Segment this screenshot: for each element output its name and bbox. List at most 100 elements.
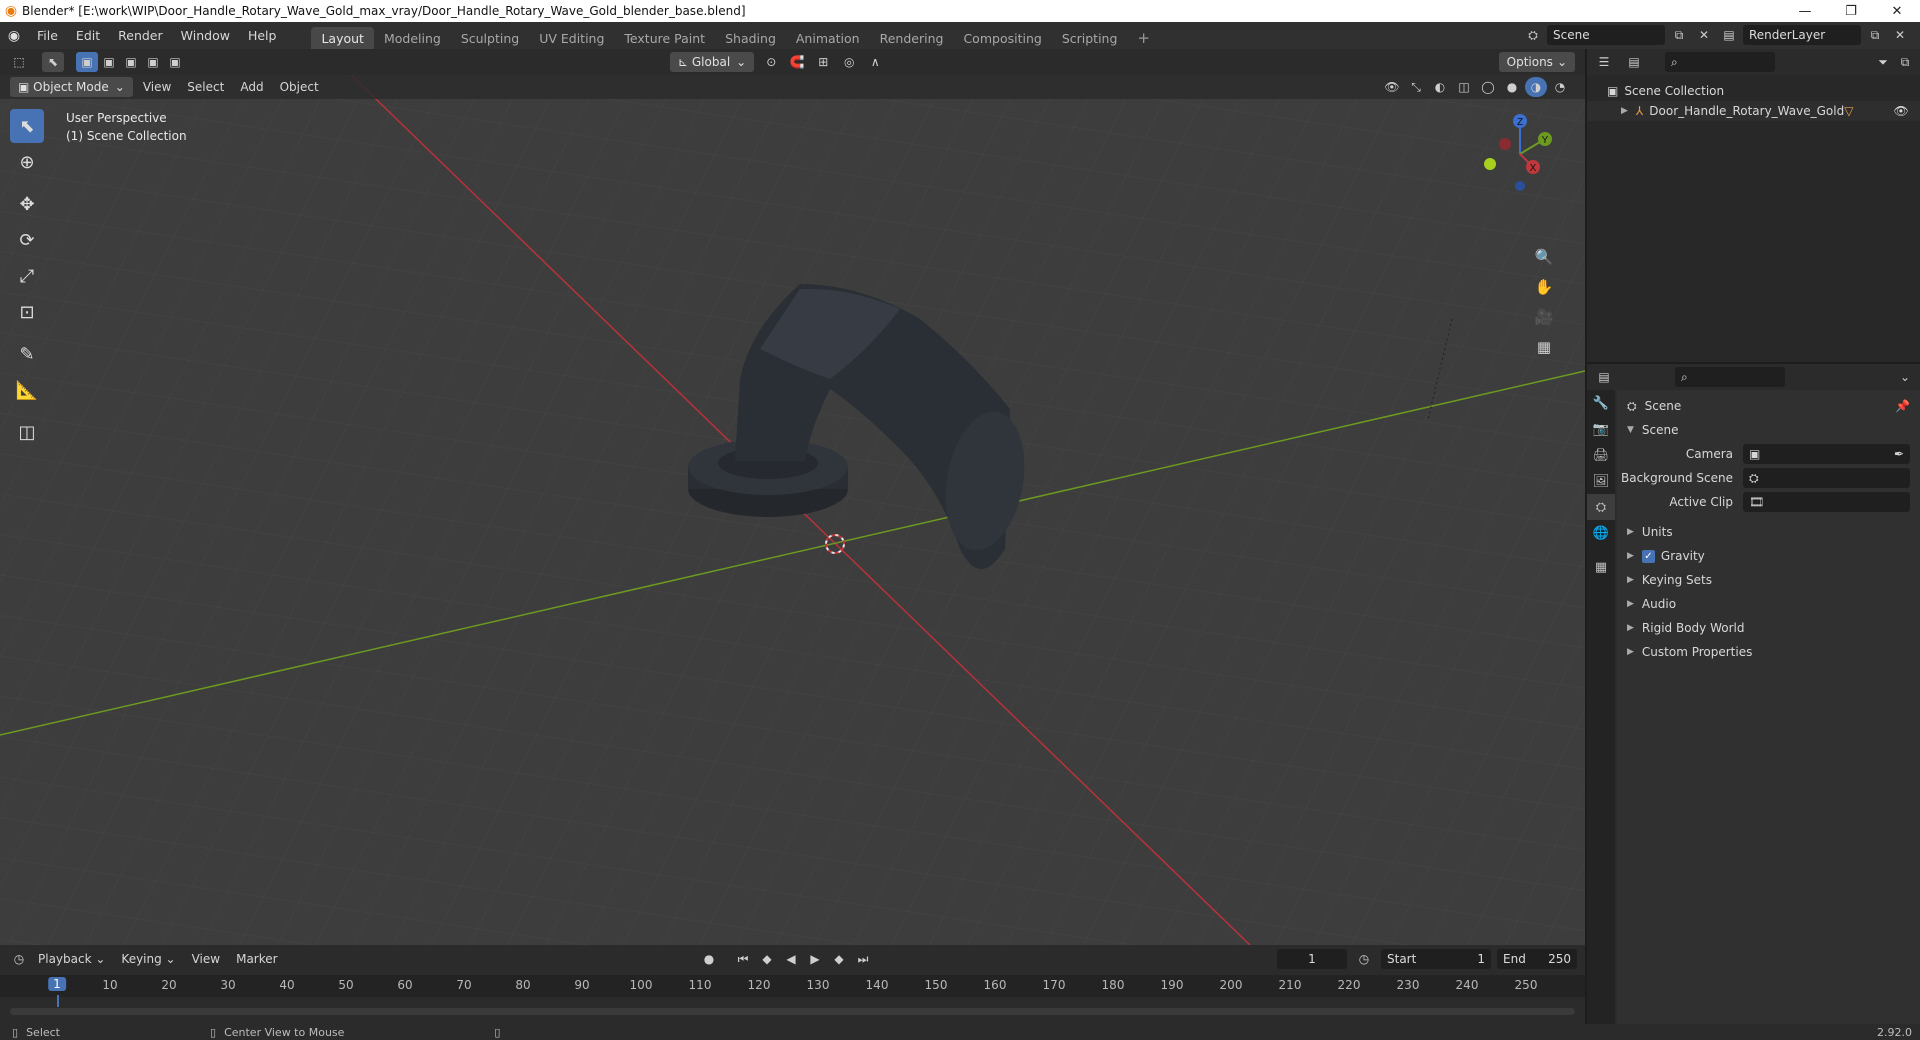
visibility-icon[interactable]: 👁 [1381, 77, 1403, 97]
restore-button[interactable]: ❐ [1828, 0, 1874, 22]
new-scene-icon[interactable]: ⧉ [1668, 25, 1690, 45]
new-collection-icon[interactable]: ⧉ [1894, 52, 1916, 72]
select-intersect-icon[interactable]: ▣ [164, 52, 186, 72]
properties-search-input[interactable]: ⌕ [1675, 367, 1785, 387]
tab-modeling[interactable]: Modeling [374, 27, 451, 49]
properties-options-icon[interactable]: ⌄ [1894, 367, 1916, 387]
menu-window[interactable]: Window [172, 22, 239, 49]
timeline-ruler[interactable]: 1 10 20 30 40 50 60 70 80 90 100 110 120… [0, 975, 1585, 997]
tab-compositing[interactable]: Compositing [953, 27, 1051, 49]
menu-file[interactable]: File [28, 22, 67, 49]
falloff-icon[interactable]: ∧ [864, 52, 886, 72]
tab-texture-paint[interactable]: Texture Paint [614, 27, 715, 49]
end-frame-field[interactable]: End 250 [1497, 949, 1577, 969]
menu-help[interactable]: Help [239, 22, 286, 49]
rotate-tool-icon[interactable]: ⟳ [10, 223, 44, 257]
transform-tool-icon[interactable]: ⊡ [10, 295, 44, 329]
timeline-menu-view[interactable]: View [184, 948, 228, 970]
jump-end-icon[interactable]: ⏭ [852, 949, 874, 969]
pivot-point-icon[interactable]: ⊙ [760, 52, 782, 72]
xray-icon[interactable]: ◫ [1453, 77, 1475, 97]
scene-tab-icon[interactable]: ⛭ [1587, 494, 1615, 520]
viewport-menu-add[interactable]: Add [232, 76, 271, 98]
panel-custom-properties[interactable]: ▶ Custom Properties [1617, 640, 1920, 664]
select-extend-icon[interactable]: ▣ [98, 52, 120, 72]
view-layer-icon[interactable]: ▤ [1718, 25, 1740, 45]
render-tab-icon[interactable]: 📷 [1587, 416, 1615, 442]
timeline-menu-marker[interactable]: Marker [228, 948, 285, 970]
menu-edit[interactable]: Edit [67, 22, 109, 49]
filter-icon[interactable]: ⏷ [1872, 52, 1894, 72]
proportional-edit-icon[interactable]: ◎ [838, 52, 860, 72]
move-tool-icon[interactable]: ✥ [10, 187, 44, 221]
tab-sculpting[interactable]: Sculpting [451, 27, 529, 49]
play-reverse-icon[interactable]: ◀ [780, 949, 802, 969]
panel-gravity[interactable]: ▶ ✓ Gravity [1617, 544, 1920, 568]
transform-orientation-dropdown[interactable]: ⊾ Global ⌄ [670, 52, 755, 72]
delete-scene-icon[interactable]: ✕ [1693, 25, 1715, 45]
select-subtract-icon[interactable]: ▣ [120, 52, 142, 72]
snap-icon[interactable]: 🧲 [786, 52, 808, 72]
viewport-menu-object[interactable]: Object [272, 76, 327, 98]
add-cube-tool-icon[interactable]: ◫ [10, 415, 44, 449]
add-workspace-button[interactable]: + [1127, 27, 1160, 49]
wireframe-shading-icon[interactable]: ◯ [1477, 77, 1499, 97]
record-icon[interactable]: ● [698, 949, 720, 969]
world-tab-icon[interactable]: 🌐 [1587, 520, 1615, 546]
active-clip-field[interactable]: 🎞 [1743, 492, 1910, 512]
scene-icon[interactable]: ⛭ [1522, 25, 1544, 45]
view-layer-tab-icon[interactable]: 🖼 [1587, 468, 1615, 494]
editor-type-icon[interactable]: ⬚ [8, 52, 30, 72]
eyedropper-icon[interactable]: ✒ [1894, 447, 1904, 461]
solid-shading-icon[interactable]: ● [1501, 77, 1523, 97]
select-box-tool-icon[interactable]: ⬉ [10, 109, 44, 143]
pan-hand-icon[interactable]: ✋ [1531, 274, 1557, 300]
annotate-tool-icon[interactable]: ✎ [10, 337, 44, 371]
mode-dropdown[interactable]: ▣ Object Mode ⌄ [10, 77, 133, 97]
scene-name-field[interactable]: Scene [1547, 25, 1665, 45]
3d-viewport[interactable]: ⬚ ⬉ ▣ ▣ ▣ ▣ ▣ ⊾ Global ⌄ ⊙ 🧲 ⊞ ◎ ∧ Option… [0, 49, 1585, 945]
timeline-menu-keying[interactable]: Keying ⌄ [113, 948, 183, 970]
gizmo-toggle-icon[interactable]: ⤡ [1405, 77, 1427, 97]
playhead-frame[interactable]: 1 [48, 977, 66, 991]
panel-keying-sets[interactable]: ▶ Keying Sets [1617, 568, 1920, 592]
overlay-toggle-icon[interactable]: ◐ [1429, 77, 1451, 97]
snap-target-icon[interactable]: ⊞ [812, 52, 834, 72]
panel-audio[interactable]: ▶ Audio [1617, 592, 1920, 616]
new-view-layer-icon[interactable]: ⧉ [1864, 25, 1886, 45]
outliner-editor-type-icon[interactable]: ☰ [1593, 52, 1615, 72]
timeline-editor-type-icon[interactable]: ◷ [8, 949, 30, 969]
tab-rendering[interactable]: Rendering [870, 27, 954, 49]
minimize-button[interactable]: — [1782, 0, 1828, 22]
view-layer-field[interactable]: RenderLayer [1743, 25, 1861, 45]
select-invert-icon[interactable]: ▣ [142, 52, 164, 72]
select-tool-icon[interactable]: ⬉ [42, 52, 64, 72]
current-frame-field[interactable]: 1 [1277, 949, 1347, 969]
tab-layout[interactable]: Layout [311, 27, 374, 49]
timeline-menu-playback[interactable]: Playback ⌄ [30, 948, 113, 970]
scale-tool-icon[interactable]: ⤢ [10, 259, 44, 293]
blender-menu-icon[interactable]: ◉ [0, 28, 28, 44]
eye-visibility-icon[interactable]: 👁 [1893, 104, 1908, 118]
prev-keyframe-icon[interactable]: ◆ [756, 949, 778, 969]
close-button[interactable]: ✕ [1874, 0, 1920, 22]
properties-editor-type-icon[interactable]: ▤ [1593, 367, 1615, 387]
outliner-row-scene-collection[interactable]: ▣ Scene Collection [1587, 81, 1920, 101]
output-tab-icon[interactable]: 🖨 [1587, 442, 1615, 468]
next-keyframe-icon[interactable]: ◆ [828, 949, 850, 969]
rendered-shading-icon[interactable]: ◔ [1549, 77, 1571, 97]
camera-field[interactable]: ▣ ✒ [1743, 444, 1910, 464]
jump-start-icon[interactable]: ⏮ [732, 949, 754, 969]
delete-view-layer-icon[interactable]: ✕ [1889, 25, 1911, 45]
zoom-icon[interactable]: 🔍 [1531, 244, 1557, 270]
navigation-gizmo[interactable]: Z Y X [1475, 109, 1565, 199]
expand-arrow-icon[interactable]: ▶ [1621, 106, 1628, 116]
select-new-icon[interactable]: ▣ [76, 52, 98, 72]
start-frame-field[interactable]: Start 1 [1381, 949, 1491, 969]
pin-icon[interactable]: 📌 [1895, 399, 1910, 413]
perspective-grid-icon[interactable]: ▦ [1531, 334, 1557, 360]
panel-units[interactable]: ▶ Units [1617, 520, 1920, 544]
display-mode-icon[interactable]: ▤ [1623, 52, 1645, 72]
tool-tab-icon[interactable]: 🔧 [1587, 390, 1615, 416]
viewport-menu-view[interactable]: View [135, 76, 179, 98]
